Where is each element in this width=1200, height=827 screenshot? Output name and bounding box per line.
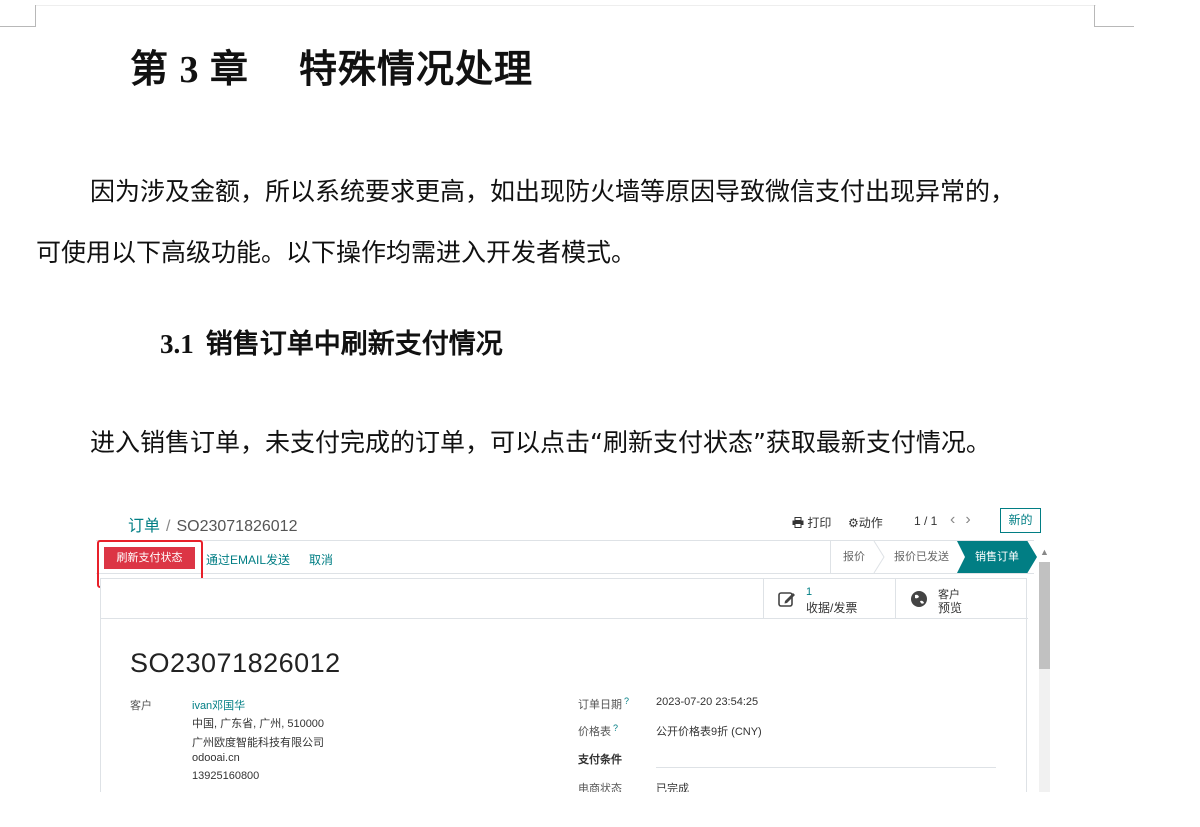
stage-pipeline: 报价 报价已发送 销售订单 bbox=[830, 541, 1037, 573]
print-button[interactable]: 打印 bbox=[792, 514, 831, 531]
paragraph-intro-line1: 因为涉及金额，所以系统要求更高，如出现防火墙等原因导致微信支付出现异常的， bbox=[90, 177, 1016, 206]
customer-company: 广州欧度智能科技有限公司 bbox=[192, 737, 324, 749]
page-corner-mark-left bbox=[0, 5, 36, 27]
gear-icon: ⚙ bbox=[848, 516, 859, 530]
stage-quotation[interactable]: 报价 bbox=[843, 541, 865, 573]
chapter-heading: 第 3 章 特殊情况处理 bbox=[130, 38, 533, 93]
send-by-email-button[interactable]: 通过EMAIL发送 bbox=[206, 551, 290, 568]
embedded-screenshot: 订单 / SO23071826012 打印 ⚙动作 1 / 1 ‹› 新的 刷新支付… bbox=[90, 500, 1056, 792]
cancel-button[interactable]: 取消 bbox=[309, 551, 333, 568]
edit-icon bbox=[778, 592, 795, 607]
scroll-up-arrow-icon[interactable]: ▲ bbox=[1040, 547, 1049, 557]
document-page: 第 3 章 特殊情况处理 因为涉及金额，所以系统要求更高，如出现防火墙等原因导致微… bbox=[0, 0, 1200, 827]
print-label: 打印 bbox=[807, 516, 832, 530]
printer-icon bbox=[792, 517, 804, 528]
chapter-title: 特殊情况处理 bbox=[299, 47, 534, 91]
customer-address: 中国, 广东省, 广州, 510000 bbox=[192, 718, 325, 730]
ecommerce-status-value: 已完成 bbox=[656, 783, 689, 792]
scrollbar-thumb[interactable] bbox=[1039, 562, 1050, 669]
order-date-label-text: 订单日期 bbox=[578, 699, 622, 711]
order-date-value[interactable]: 2023-07-20 23:54:25 bbox=[656, 696, 758, 708]
customer-label: 客户 bbox=[130, 700, 152, 712]
chapter-number: 第 3 章 bbox=[130, 49, 250, 91]
invoices-smart-button[interactable]: 1 收据/发票 bbox=[763, 579, 895, 619]
action-label: 动作 bbox=[858, 516, 883, 530]
page-corner-mark-right bbox=[1094, 5, 1134, 27]
pager-value[interactable]: 1 / 1 bbox=[914, 514, 937, 528]
breadcrumb-current: SO23071826012 bbox=[176, 518, 298, 535]
stage-sales-order[interactable]: 销售订单 bbox=[957, 541, 1037, 573]
chevron-right-icon[interactable]: › bbox=[965, 511, 980, 528]
payment-terms-field[interactable] bbox=[656, 767, 996, 768]
new-button[interactable]: 新的 bbox=[1000, 508, 1041, 533]
customer-name-link[interactable]: ivan邓国华 bbox=[192, 697, 245, 713]
payment-terms-label: 支付条件 bbox=[578, 754, 622, 766]
pricelist-label: 价格表? bbox=[578, 723, 618, 739]
pager-arrows: ‹› bbox=[950, 511, 981, 529]
breadcrumb-separator: / bbox=[166, 518, 171, 535]
pricelist-value[interactable]: 公开价格表9折 (CNY) bbox=[656, 723, 762, 739]
button-box-strip bbox=[101, 579, 763, 619]
stage-quotation-sent[interactable]: 报价已发送 bbox=[894, 541, 949, 573]
action-menu-button[interactable]: ⚙动作 bbox=[848, 514, 883, 531]
paragraph-instruction: 进入销售订单，未支付完成的订单，可以点击“刷新支付状态”获取最新支付情况。 bbox=[90, 428, 991, 457]
customer-website: odooai.cn bbox=[192, 752, 240, 764]
section-number: 3.1 bbox=[160, 329, 194, 359]
customer-phone: 13925160800 bbox=[192, 770, 260, 782]
ecommerce-status-label: 电商状态 bbox=[578, 783, 622, 792]
chevron-left-icon[interactable]: ‹ bbox=[950, 511, 965, 528]
customer-preview-smart-button[interactable]: 客户 预览 bbox=[895, 579, 1028, 619]
section-title: 销售订单中刷新支付情况 bbox=[205, 329, 503, 360]
invoice-count: 1 bbox=[806, 586, 813, 598]
pricelist-label-text: 价格表 bbox=[578, 726, 611, 738]
paragraph-intro-line2: 可使用以下高级功能。以下操作均需进入开发者模式。 bbox=[36, 238, 637, 267]
order-title: SO23071826012 bbox=[130, 648, 341, 678]
section-heading: 3.1 销售订单中刷新支付情况 bbox=[160, 322, 503, 361]
order-date-label: 订单日期? bbox=[578, 696, 629, 712]
invoice-label: 收据/发票 bbox=[806, 601, 858, 615]
stage-divider bbox=[873, 541, 885, 573]
page-top-border bbox=[36, 5, 1096, 6]
globe-icon bbox=[911, 591, 927, 607]
required-mark: ? bbox=[624, 696, 630, 706]
preview-line2: 预览 bbox=[938, 601, 963, 615]
breadcrumb: 订单 / SO23071826012 bbox=[128, 512, 297, 536]
breadcrumb-orders-link[interactable]: 订单 bbox=[128, 518, 160, 535]
required-mark: ? bbox=[613, 723, 619, 733]
